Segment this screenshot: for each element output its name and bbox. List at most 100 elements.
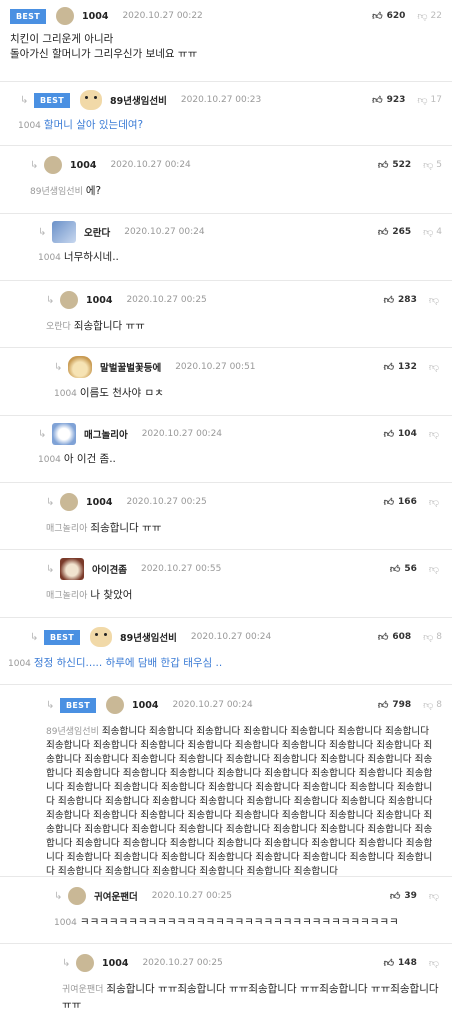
- nickname[interactable]: 귀여운팬더: [94, 889, 138, 903]
- mention[interactable]: 1004: [38, 455, 61, 465]
- downvote-button[interactable]: 👎︎: [429, 563, 442, 575]
- mention[interactable]: 1004: [54, 918, 77, 928]
- mention[interactable]: 매그놀리아: [46, 524, 87, 534]
- mention[interactable]: 89년생임선비: [46, 727, 99, 737]
- comment-body: 1004 할머니 살아 있는데여?: [18, 118, 452, 144]
- downvote-button[interactable]: 👎︎ 22: [417, 10, 442, 22]
- comment-header: ↳ BEST 1004 2020.10.27 00:24 👍︎ 798 👎︎ 8: [46, 685, 452, 725]
- nickname[interactable]: 1004: [86, 295, 112, 306]
- mention[interactable]: 1004: [8, 659, 31, 669]
- downvote-button[interactable]: 👎︎: [429, 428, 442, 440]
- comment-header: ↳ BEST 89년생임선비 2020.10.27 00:24 👍︎ 608 👎︎…: [30, 618, 452, 656]
- upvote-count: 148: [398, 958, 417, 968]
- avatar[interactable]: [44, 156, 62, 174]
- mention[interactable]: 매그놀리아: [46, 591, 87, 601]
- mention[interactable]: 89년생임선비: [30, 187, 83, 197]
- nickname[interactable]: 아이견좀: [92, 562, 127, 576]
- comment-body: 치킨이 그리운게 아니라 돌아가신 할머니가 그리우신가 보네요 ㅠㅠ: [10, 32, 452, 72]
- nickname[interactable]: 매그놀리아: [84, 427, 128, 441]
- avatar[interactable]: [52, 221, 76, 243]
- nickname[interactable]: 말벌꿀벌꽃등에: [100, 360, 161, 374]
- comment-body: 매그놀리아 나 찾았어: [46, 588, 452, 614]
- thumbs-up-icon: 👍︎: [372, 95, 383, 106]
- comment-text: 아 이건 좀..: [63, 453, 116, 465]
- upvote-count: 923: [386, 95, 406, 105]
- timestamp: 2020.10.27 00:51: [175, 362, 256, 372]
- downvote-button[interactable]: 👎︎: [429, 294, 442, 306]
- avatar[interactable]: [68, 356, 92, 378]
- upvote-button[interactable]: 👍︎ 923: [372, 94, 405, 106]
- comment-item: ↳ BEST 1004 2020.10.27 00:24 👍︎ 798 👎︎ 8 8…: [0, 685, 452, 877]
- reply-arrow-icon: ↳: [54, 890, 63, 902]
- upvote-button[interactable]: 👍︎ 132: [384, 361, 417, 373]
- downvote-button[interactable]: 👎︎: [429, 361, 442, 373]
- avatar[interactable]: [105, 696, 124, 714]
- upvote-button[interactable]: 👍︎ 104: [384, 428, 417, 440]
- comment-body: 1004 너무하시네..: [38, 250, 452, 276]
- avatar[interactable]: [68, 887, 86, 905]
- vote-group: 👍︎ 798 👎︎ 8: [378, 685, 442, 725]
- reply-arrow-icon: ↳: [62, 957, 71, 969]
- comment-body: 1004 아 이건 좀..: [38, 452, 452, 478]
- upvote-button[interactable]: 👍︎ 166: [384, 496, 417, 508]
- downvote-button[interactable]: 👎︎ 5: [423, 159, 442, 171]
- vote-group: 👍︎ 39 👎︎: [390, 877, 442, 915]
- downvote-button[interactable]: 👎︎ 17: [417, 94, 442, 106]
- avatar[interactable]: [60, 493, 78, 511]
- comment-item: ↳ BEST 89년생임선비 2020.10.27 00:24 👍︎ 608 👎︎…: [0, 618, 452, 685]
- comment-body: 1004 이름도 천사야 ㅁㅊ: [54, 386, 452, 412]
- comment-text: 할머니 살아 있는데여?: [43, 119, 144, 131]
- avatar[interactable]: [89, 627, 112, 647]
- avatar[interactable]: [76, 954, 94, 972]
- mention[interactable]: 1004: [38, 253, 61, 263]
- thumbs-up-icon: 👍︎: [389, 564, 401, 575]
- downvote-button[interactable]: 👎︎ 8: [423, 699, 442, 711]
- avatar[interactable]: [60, 291, 78, 309]
- comment-body: 매그놀리아 죄송합니다 ㅠㅠ: [46, 521, 452, 547]
- upvote-button[interactable]: 👍︎ 522: [378, 159, 411, 171]
- avatar[interactable]: [55, 7, 74, 25]
- upvote-count: 39: [404, 891, 417, 901]
- reply-arrow-icon: ↳: [46, 699, 55, 711]
- upvote-button[interactable]: 👍︎ 265: [378, 226, 411, 238]
- nickname[interactable]: 89년생임선비: [110, 93, 167, 107]
- comment-item: ↳ 1004 2020.10.27 00:25 👍︎ 148 👎︎ 귀여운팬더 죄송…: [0, 944, 452, 1024]
- downvote-button[interactable]: 👎︎: [429, 890, 442, 902]
- nickname[interactable]: 1004: [82, 11, 108, 22]
- comment-text: 죄송합니다 ㅠㅠ: [73, 320, 145, 332]
- nickname[interactable]: 1004: [132, 700, 158, 711]
- comment-header: ↳ BEST 89년생임선비 2020.10.27 00:23 👍︎ 923 👎︎…: [20, 82, 452, 118]
- nickname[interactable]: 오란다: [84, 225, 110, 239]
- upvote-button[interactable]: 👍︎ 798: [378, 699, 411, 711]
- downvote-button[interactable]: 👎︎: [429, 957, 442, 969]
- upvote-button[interactable]: 👍︎ 283: [384, 294, 417, 306]
- upvote-button[interactable]: 👍︎ 148: [384, 957, 417, 969]
- avatar[interactable]: [60, 558, 84, 580]
- upvote-button[interactable]: 👍︎ 608: [378, 631, 411, 643]
- comment-item: ↳ 아이견좀 2020.10.27 00:55 👍︎ 56 👎︎ 매그놀리아 나 찾…: [0, 550, 452, 618]
- thumbs-down-icon: 👎︎: [428, 958, 439, 969]
- upvote-button[interactable]: 👍︎ 56: [390, 563, 417, 575]
- thumbs-down-icon: 👎︎: [423, 632, 434, 643]
- nickname[interactable]: 1004: [102, 958, 128, 969]
- downvote-button[interactable]: 👎︎: [429, 496, 442, 508]
- downvote-button[interactable]: 👎︎ 8: [423, 631, 442, 643]
- nickname[interactable]: 89년생임선비: [120, 630, 177, 644]
- mention[interactable]: 귀여운팬더: [62, 985, 103, 995]
- thumbs-up-icon: 👍︎: [377, 160, 389, 171]
- upvote-button[interactable]: 👍︎ 620: [372, 10, 405, 22]
- comment-item: ↳ 1004 2020.10.27 00:25 👍︎ 283 👎︎ 오란다 죄송합니…: [0, 281, 452, 348]
- avatar[interactable]: [52, 423, 76, 445]
- timestamp: 2020.10.27 00:24: [124, 227, 205, 237]
- nickname[interactable]: 1004: [70, 160, 96, 171]
- upvote-button[interactable]: 👍︎ 39: [390, 890, 417, 902]
- avatar[interactable]: [79, 90, 102, 110]
- downvote-count: 4: [436, 227, 442, 237]
- mention[interactable]: 오란다: [46, 322, 71, 332]
- nickname[interactable]: 1004: [86, 497, 112, 508]
- downvote-button[interactable]: 👎︎ 4: [423, 226, 442, 238]
- mention[interactable]: 1004: [54, 389, 77, 399]
- vote-group: 👍︎ 522 👎︎ 5: [378, 146, 442, 184]
- mention[interactable]: 1004: [18, 121, 41, 131]
- vote-group: 👍︎ 104 👎︎: [384, 416, 442, 452]
